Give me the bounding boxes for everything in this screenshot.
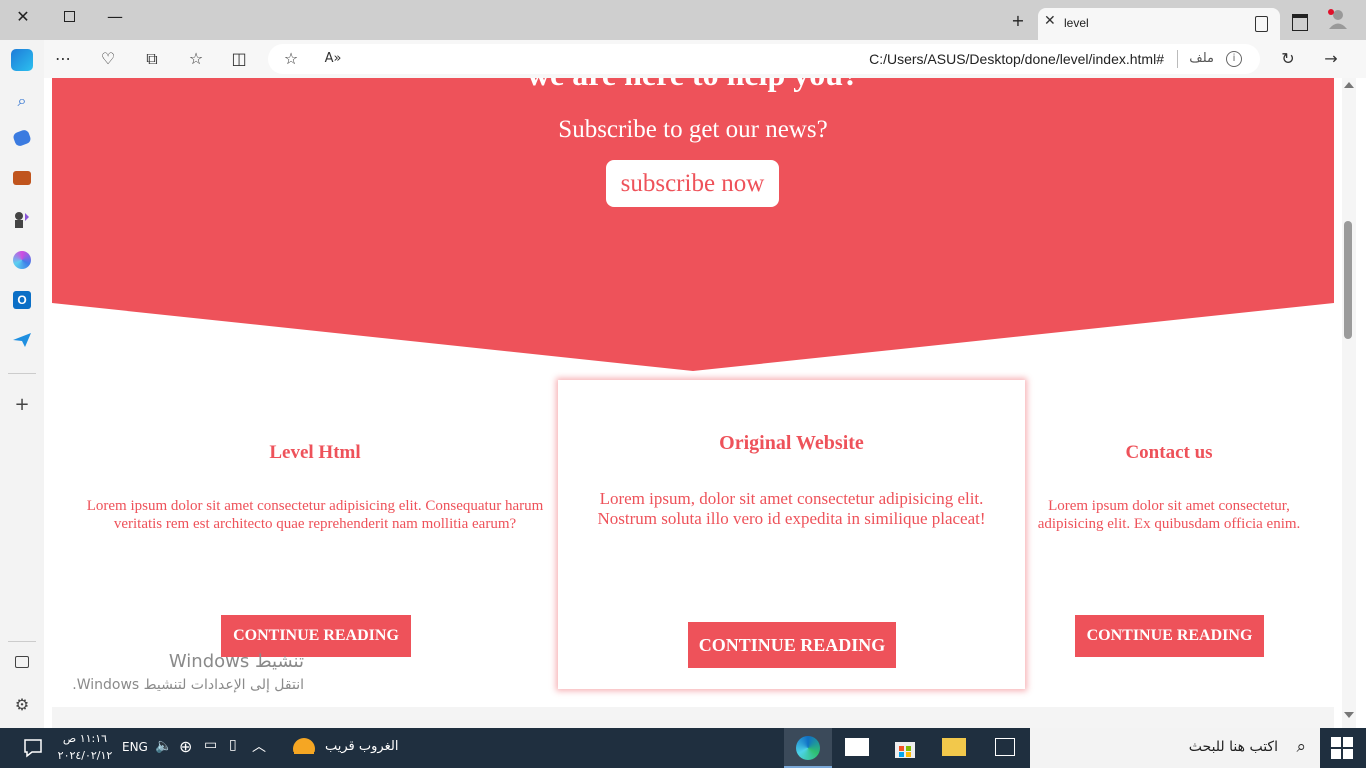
browser-essentials-icon[interactable]: ♡ (97, 48, 119, 70)
favorites-icon[interactable]: ☆ (185, 48, 207, 70)
address-bar[interactable]: ☆ A» C:/Users/ASUS/Desktop/done/level/in… (268, 44, 1260, 74)
search-icon: ⌕ (1296, 737, 1306, 757)
device-icon[interactable]: ▯ (229, 737, 237, 753)
notifications-icon[interactable] (22, 736, 46, 760)
tools-icon[interactable] (13, 171, 31, 185)
taskbar-search-box[interactable]: اكتب هنا للبحث ⌕ (1030, 728, 1320, 768)
games-icon[interactable] (13, 211, 31, 229)
new-tab-icon[interactable]: + (1006, 10, 1030, 32)
card-level-html: Level Html Lorem ipsum dolor sit amet co… (64, 442, 566, 533)
volume-icon[interactable]: 🔈 (155, 738, 172, 754)
shopping-tag-icon[interactable] (12, 128, 32, 148)
refresh-icon[interactable]: ↻ (1277, 48, 1299, 70)
microsoft365-icon[interactable] (13, 251, 31, 269)
clock-date[interactable]: ٢٠٢٤/٠٢/١٢ (56, 749, 114, 762)
store-icon[interactable] (893, 736, 917, 760)
card-content: Original Website Lorem ipsum, dolor sit … (558, 432, 1025, 529)
card-body: Lorem ipsum dolor sit amet consectetur, … (1037, 498, 1301, 532)
card-title: Original Website (719, 432, 864, 454)
card-title: Contact us (1125, 442, 1213, 463)
browser-sidebar: ⌕ O + ⚙ (0, 40, 44, 728)
address-divider (1177, 50, 1178, 68)
read-aloud-icon[interactable]: A» (322, 48, 344, 70)
settings-gear-icon[interactable]: ⚙ (11, 694, 33, 716)
edge-icon (796, 736, 820, 760)
file-explorer-icon[interactable] (942, 738, 966, 756)
start-windows-icon[interactable] (1331, 737, 1353, 759)
card-contact-us: Contact us Lorem ipsum dolor sit amet co… (1026, 442, 1312, 533)
scroll-down-icon[interactable] (1344, 712, 1354, 718)
search-icon[interactable]: ⌕ (11, 91, 33, 113)
browser-toolbar: ⋯ ♡ ⧉ ☆ ◫ ☆ A» C:/Users/ASUS/Desktop/don… (0, 40, 1366, 78)
minimize-window-icon[interactable]: — (103, 6, 127, 28)
copilot-icon[interactable] (11, 49, 33, 71)
activation-watermark-text: انتقل إلى الإعدادات لتنشيط Windows. (72, 677, 304, 693)
page-footer-strip (52, 707, 1334, 728)
split-screen-icon[interactable]: ◫ (228, 48, 250, 70)
profile-avatar-icon[interactable] (1326, 8, 1350, 30)
continue-reading-button[interactable]: CONTINUE READING (1075, 615, 1264, 657)
scroll-up-icon[interactable] (1344, 82, 1354, 88)
outlook-icon[interactable]: O (13, 291, 31, 309)
mail-icon[interactable] (845, 738, 869, 756)
show-hidden-icons-chevron-up-icon[interactable]: ︿ (252, 736, 266, 756)
page-icon (1255, 16, 1268, 32)
weather-sunset-icon[interactable] (291, 736, 317, 760)
sidebar-divider (8, 373, 36, 374)
card-original-website: Original Website Lorem ipsum, dolor sit … (558, 380, 1025, 689)
tab-title: level (1064, 16, 1089, 30)
browser-titlebar: ✕ — + ✕ level (0, 0, 1366, 40)
clock-time[interactable]: ١١:١٦ ص (60, 732, 110, 745)
activation-watermark-title: تنشيط Windows (168, 651, 304, 672)
scrollbar-thumb[interactable] (1344, 221, 1352, 339)
file-label: ملف (1189, 51, 1214, 66)
card-body: Lorem ipsum dolor sit amet consectetur a… (86, 498, 544, 532)
close-window-icon[interactable]: ✕ (11, 6, 35, 28)
weather-text[interactable]: الغروب قريب (325, 739, 398, 754)
search-placeholder: اكتب هنا للبحث (1188, 739, 1278, 755)
more-options-icon[interactable]: ⋯ (52, 48, 74, 70)
continue-reading-button[interactable]: CONTINUE READING (688, 622, 896, 668)
card-body: Lorem ipsum, dolor sit amet consectetur … (597, 489, 986, 528)
info-icon[interactable]: i (1226, 51, 1242, 67)
battery-icon[interactable]: ▭ (204, 737, 217, 753)
add-favorite-icon[interactable]: ☆ (280, 48, 302, 70)
tab-actions-icon[interactable] (1288, 10, 1312, 32)
send-icon[interactable] (13, 333, 31, 347)
windows-taskbar: ١١:١٦ ص ٢٠٢٤/٠٢/١٢ ENG 🔈 ⊕ ▭ ▯ ︿ الغروب … (0, 728, 1366, 768)
hero-subtitle: Subscribe to get our news? (558, 116, 828, 143)
hide-sidebar-icon[interactable] (15, 656, 29, 668)
task-view-icon[interactable] (995, 738, 1015, 756)
hero-heading: we are here to help you? (44, 78, 1342, 93)
language-indicator[interactable]: ENG (122, 740, 148, 754)
browser-tab[interactable]: ✕ level (1038, 8, 1280, 40)
url-text[interactable]: C:/Users/ASUS/Desktop/done/level/index.h… (869, 51, 1164, 67)
forward-icon[interactable]: → (1320, 48, 1342, 70)
close-tab-icon[interactable]: ✕ (1044, 13, 1056, 29)
network-globe-icon[interactable]: ⊕ (179, 737, 192, 756)
edge-taskbar-button[interactable] (784, 728, 832, 768)
vertical-scrollbar[interactable] (1342, 78, 1356, 728)
page-viewport: we are here to help you? Subscribe to ge… (44, 78, 1342, 728)
maximize-window-icon[interactable] (57, 6, 81, 28)
sidebar-divider-bottom (8, 641, 36, 642)
subscribe-button[interactable]: subscribe now (606, 160, 779, 207)
collections-icon[interactable]: ⧉ (141, 48, 163, 70)
add-icon[interactable]: + (11, 394, 33, 416)
card-title: Level Html (269, 442, 361, 463)
